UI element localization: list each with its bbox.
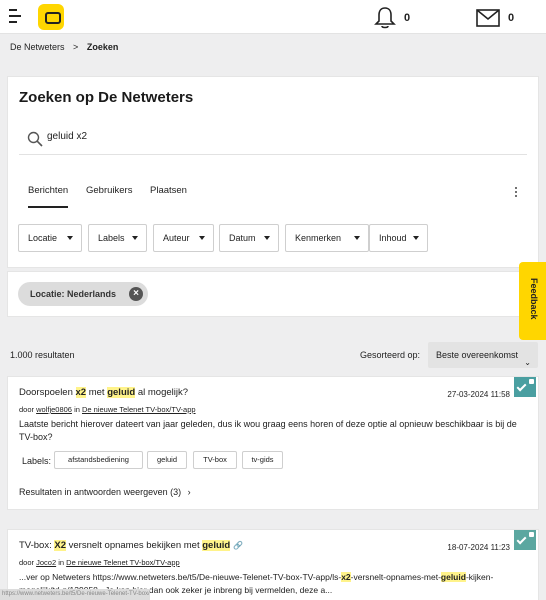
solved-badge	[514, 530, 536, 550]
caret-down-icon	[132, 236, 138, 240]
lock-icon	[529, 532, 534, 537]
breadcrumb: De Netweters > Zoeken	[10, 42, 118, 52]
filter-label: Locatie	[28, 233, 58, 243]
author-link[interactable]: wolfje0806	[36, 405, 72, 414]
search-panel: Zoeken op De Netweters Berichten Gebruik…	[7, 76, 539, 268]
in-text: in	[74, 405, 80, 414]
snippet-highlight: geluid	[440, 572, 466, 582]
result-snippet: Laatste bericht hierover dateert van jaa…	[19, 419, 517, 442]
title-text: met	[86, 387, 108, 398]
messages-count: 0	[508, 12, 515, 24]
filter-inhoud-dropdown[interactable]: Inhoud	[369, 224, 428, 252]
solved-badge	[514, 377, 536, 397]
page-title: Zoeken op De Netweters	[19, 89, 194, 106]
caret-down-icon	[354, 236, 360, 240]
top-navigation-bar: 0 0	[0, 0, 546, 34]
result-date: 18-07-2024 11:23	[447, 543, 510, 552]
snippet-text: -versnelt-opnames-met-	[350, 572, 441, 582]
breadcrumb-current: Zoeken	[86, 42, 119, 52]
title-text: al mogelijk?	[135, 387, 189, 398]
active-filters-panel: Locatie: Nederlands ×	[7, 271, 539, 317]
checkmark-icon	[516, 534, 527, 545]
filter-labels-dropdown[interactable]: Labels	[88, 224, 147, 252]
sort-select[interactable]: Beste overeenkomst ⌄	[428, 342, 538, 368]
label-tag[interactable]: TV-box	[193, 451, 237, 469]
messages-mail-icon[interactable]	[476, 9, 500, 27]
filter-label: Labels	[98, 233, 125, 243]
labels-title: Labels:	[22, 456, 52, 466]
in-text: in	[58, 558, 65, 567]
notifications-bell-icon[interactable]	[374, 6, 396, 30]
more-options-icon[interactable]	[514, 187, 518, 199]
notifications-count: 0	[404, 12, 411, 24]
lock-icon	[529, 379, 534, 384]
filter-label: Datum	[229, 233, 256, 243]
filter-auteur-dropdown[interactable]: Auteur	[153, 224, 214, 252]
title-highlight: x2	[75, 387, 87, 398]
feedback-tab[interactable]: Feedback	[519, 262, 546, 340]
search-icon	[27, 131, 43, 147]
search-box	[19, 125, 527, 155]
caret-down-icon	[67, 236, 73, 240]
caret-down-icon	[413, 236, 419, 240]
breadcrumb-separator: >	[73, 42, 79, 52]
sort-value: Beste overeenkomst	[436, 350, 519, 360]
telenet-logo[interactable]	[38, 4, 64, 30]
replies-link-text: Resultaten in antwoorden weergeven (3)	[19, 487, 182, 497]
results-count: 1.000 resultaten	[10, 350, 75, 360]
result-date: 27-03-2024 11:58	[447, 390, 510, 399]
active-filter-label: Locatie: Nederlands	[30, 289, 117, 299]
title-text: Doorspoelen	[19, 387, 76, 398]
title-highlight: geluid	[107, 387, 136, 398]
feedback-label: Feedback	[529, 278, 539, 320]
snippet-text: ...ver op Netweters https://www.netweter…	[19, 572, 342, 582]
tab-plaatsen[interactable]: Plaatsen	[150, 185, 187, 196]
search-result-card: Doorspoelen x2 met geluid al mogelijk? 2…	[7, 376, 539, 510]
checkmark-icon	[516, 381, 527, 392]
show-replies-link[interactable]: Resultaten in antwoorden weergeven (3) ›	[19, 487, 191, 497]
label-tag[interactable]: afstandsbediening	[54, 451, 143, 469]
title-text: TV-box:	[19, 540, 55, 551]
remove-filter-icon[interactable]: ×	[129, 287, 144, 301]
result-title-link[interactable]: TV-box: X2 versnelt opnames bekijken met…	[19, 540, 243, 551]
author-prefix: door	[19, 558, 35, 567]
author-prefix: door	[19, 405, 35, 414]
board-link[interactable]: De nieuwe Telenet TV-box/TV-app	[66, 558, 180, 567]
caret-down-icon	[264, 236, 270, 240]
caret-down-icon	[199, 236, 205, 240]
hamburger-menu-icon[interactable]	[9, 9, 23, 23]
tab-berichten[interactable]: Berichten	[28, 185, 69, 208]
breadcrumb-home-link[interactable]: De Netweters	[10, 42, 65, 52]
board-link[interactable]: De nieuwe Telenet TV-box/TV-app	[82, 405, 196, 414]
search-input[interactable]	[47, 131, 347, 142]
author-link[interactable]: Joco2	[36, 558, 56, 567]
filter-datum-dropdown[interactable]: Datum	[219, 224, 279, 252]
label-tag[interactable]: geluid	[147, 451, 187, 469]
filter-label: Auteur	[163, 233, 190, 243]
title-text: versnelt opnames bekijken met	[66, 540, 203, 551]
result-meta: door wolfje0806 in De nieuwe Telenet TV-…	[19, 405, 196, 414]
filter-kenmerken-dropdown[interactable]: Kenmerken	[285, 224, 369, 252]
result-meta: door Joco2 in De nieuwe Telenet TV-box/T…	[19, 558, 180, 567]
label-tag[interactable]: tv-gids	[242, 451, 283, 469]
link-icon: 🔗	[233, 541, 244, 550]
chevron-down-icon: ⌄	[524, 358, 531, 367]
title-highlight: X2	[54, 540, 66, 551]
sort-label: Gesorteerd op:	[360, 350, 421, 360]
browser-status-bar: https://www.netweters.be/t5/De-nieuwe-Te…	[0, 589, 150, 600]
filter-label: Kenmerken	[295, 233, 342, 243]
snippet-highlight: x2	[341, 572, 351, 582]
filter-label: Inhoud	[379, 233, 407, 243]
result-title-link[interactable]: Doorspoelen x2 met geluid al mogelijk?	[19, 387, 188, 398]
title-highlight: geluid	[202, 540, 231, 551]
filter-locatie-dropdown[interactable]: Locatie	[18, 224, 82, 252]
chevron-right-icon: ›	[187, 487, 191, 497]
tab-gebruikers[interactable]: Gebruikers	[86, 185, 132, 196]
active-filter-chip: Locatie: Nederlands ×	[18, 282, 149, 306]
